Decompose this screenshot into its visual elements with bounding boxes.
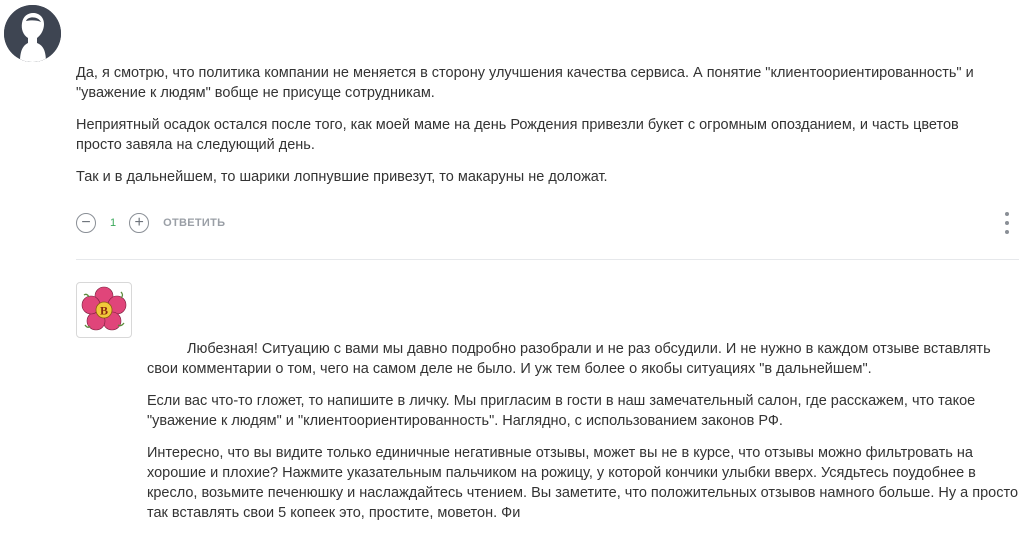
reply-paragraph: Если вас что-то гложет, то напишите в ли… <box>147 393 976 429</box>
reply-button[interactable]: ОТВЕТИТЬ <box>163 217 225 229</box>
divider <box>76 259 1019 260</box>
minus-icon: − <box>81 214 91 231</box>
flower-logo-icon: B <box>81 286 127 331</box>
dot <box>1005 221 1009 225</box>
dot <box>1005 230 1009 234</box>
user-avatar[interactable] <box>4 5 61 62</box>
more-options-icon[interactable] <box>1000 212 1014 234</box>
plus-icon: + <box>134 214 144 231</box>
rating-count: 1 <box>110 217 117 229</box>
user-silhouette-icon <box>4 5 61 62</box>
comment-body: Да, я смотрю, что политика компании не м… <box>76 63 1006 199</box>
reply-paragraph: Любезная! Ситуацию с вами мы давно подро… <box>147 341 991 377</box>
brand-letter: B <box>100 304 108 318</box>
dot <box>1005 212 1009 216</box>
comment-actions: − 1 + ОТВЕТИТЬ <box>76 211 225 235</box>
reply-paragraph: Интересно, что вы видите только единичны… <box>147 445 1019 521</box>
reply-body: Любезная! Ситуацию с вами мы давно подро… <box>147 339 1023 535</box>
comment-paragraph: Так и в дальнейшем, то шарики лопнувшие … <box>76 169 608 185</box>
downvote-button[interactable]: − <box>76 213 96 233</box>
comment-paragraph: Неприятный осадок остался после того, ка… <box>76 117 959 153</box>
upvote-button[interactable]: + <box>129 213 150 233</box>
comment-paragraph: Да, я смотрю, что политика компании не м… <box>76 65 974 101</box>
company-avatar[interactable]: B <box>76 282 132 338</box>
